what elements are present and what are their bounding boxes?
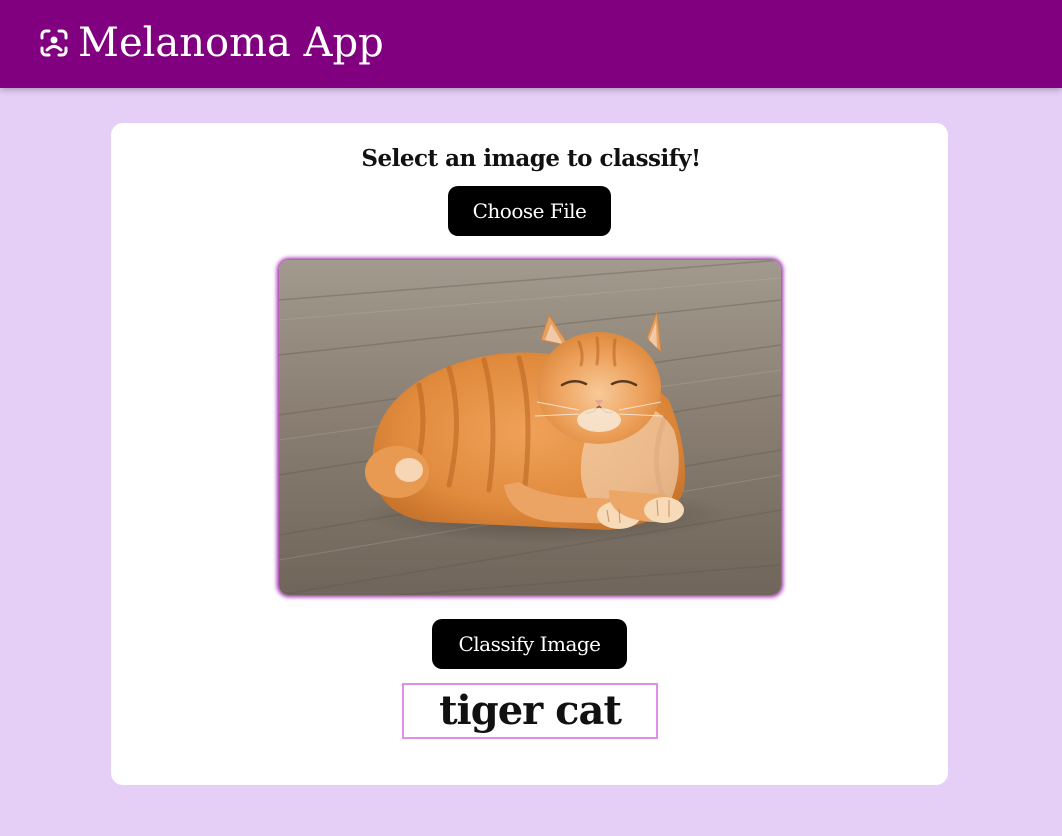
cat-photo bbox=[279, 260, 781, 595]
select-image-prompt: Select an image to classify! bbox=[361, 145, 701, 172]
classify-image-button[interactable]: Classify Image bbox=[432, 619, 627, 669]
app-header: Melanoma App bbox=[0, 0, 1062, 88]
classification-result: tiger cat bbox=[402, 683, 658, 739]
choose-file-button[interactable]: Choose File bbox=[448, 186, 611, 236]
result-label: tiger cat bbox=[439, 687, 622, 734]
face-scan-icon bbox=[40, 29, 68, 57]
app-title: Melanoma App bbox=[78, 20, 384, 66]
image-preview bbox=[279, 260, 781, 595]
